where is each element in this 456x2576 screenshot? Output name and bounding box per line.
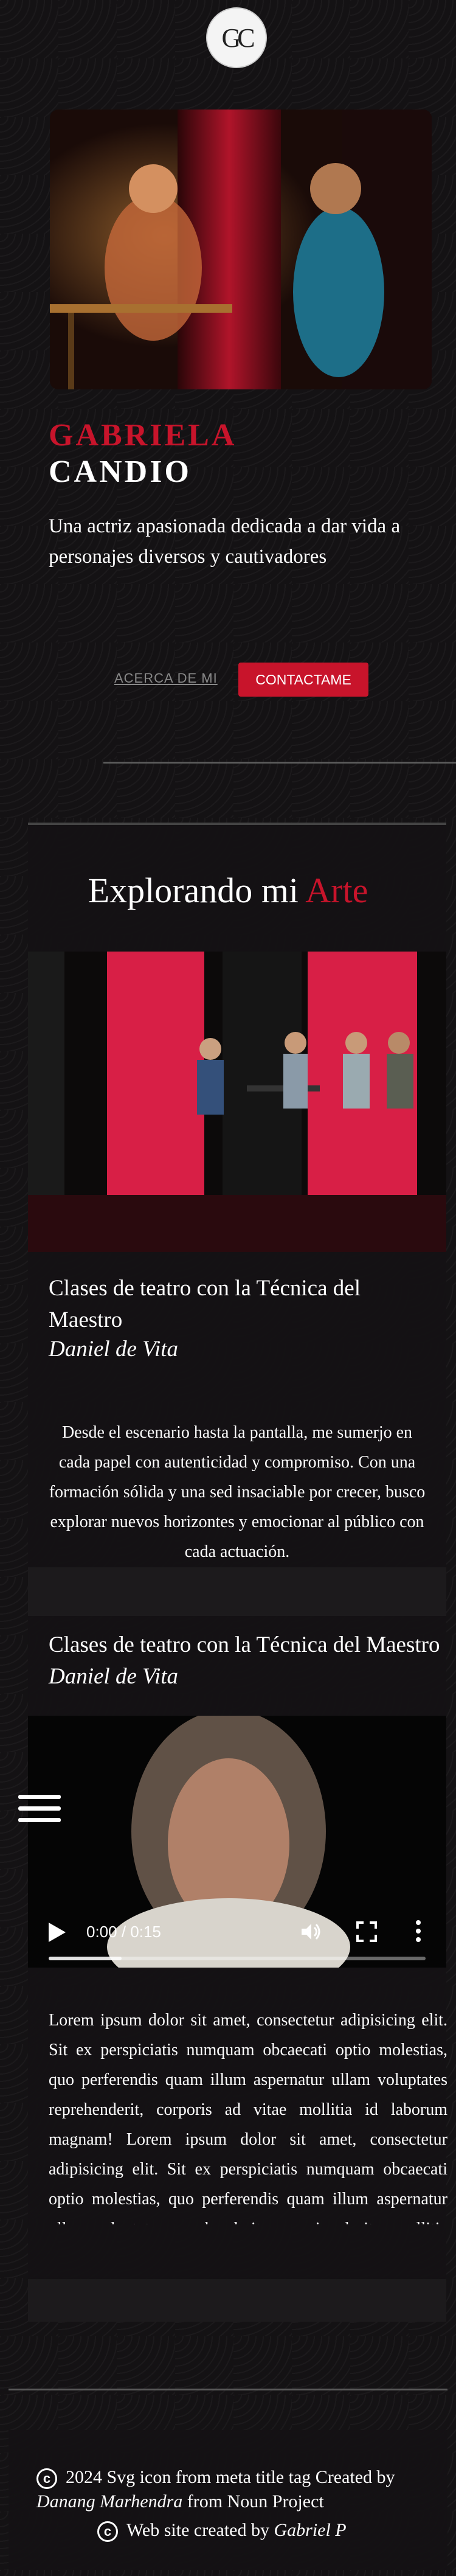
section-title: Explorando mi Arte [0,870,456,911]
card1-description: Desde el escenario hasta la pantalla, me… [49,1423,426,1561]
video-time: 0:00 / 0:15 [86,1923,161,1941]
footer-divider [9,2389,447,2390]
play-icon[interactable] [49,1923,66,1942]
video-controls: 0:00 / 0:15 [28,1901,446,1968]
card2-title: Clases de teatro con la Técnica del Maes… [49,1632,440,1657]
about-link[interactable]: ACERCA DE MI [114,670,218,686]
card-image [28,952,446,1252]
footer-credit-suffix: from Noun Project [187,2491,324,2512]
card-bottom [28,2279,446,2322]
hero-image [50,110,432,389]
hero-last-name: CANDIO [49,454,192,489]
section-title-accent: Arte [305,871,368,910]
footer-site-author: Gabriel P [274,2520,347,2540]
hero-tagline: Una actriz apasionada dedicada a dar vid… [49,515,401,568]
footer-credit-prefix: 2024 Svg icon from meta title tag Create… [66,2467,395,2487]
menu-icon[interactable] [18,1795,61,1826]
fullscreen-icon[interactable] [356,1921,377,1942]
copyright-icon: c [36,2468,57,2490]
logo[interactable]: GC [206,7,267,68]
hero-first-name: GABRIELA [49,418,237,453]
contact-button[interactable]: CONTACTAME [238,663,368,697]
video-player[interactable]: 0:00 / 0:15 [28,1716,446,1968]
card2-subtitle: Daniel de Vita [49,1664,179,1689]
more-options-icon[interactable] [413,1919,423,1943]
footer-site-prefix: Web site created by [126,2520,269,2540]
video-progress-buffered [49,1957,122,1960]
divider [103,762,456,764]
card1-title: Clases de teatro con la Técnica del Maes… [49,1276,361,1332]
card2-text: Lorem ipsum dolor sit amet, consectetur … [49,2011,447,2224]
footer-credit-author: Danang Marhendra [36,2491,183,2512]
copyright-icon: c [97,2521,118,2543]
logo-text: GC [221,23,255,53]
footer-credit: c 2024 Svg icon from meta title tag Creat… [36,2465,426,2514]
section-title-prefix: Explorando mi [88,871,299,910]
card-separator [28,1567,446,1616]
volume-icon[interactable] [300,1921,321,1942]
card1-subtitle: Daniel de Vita [49,1337,179,1362]
footer-site-credit: c Web site created by Gabriel P [97,2520,347,2543]
